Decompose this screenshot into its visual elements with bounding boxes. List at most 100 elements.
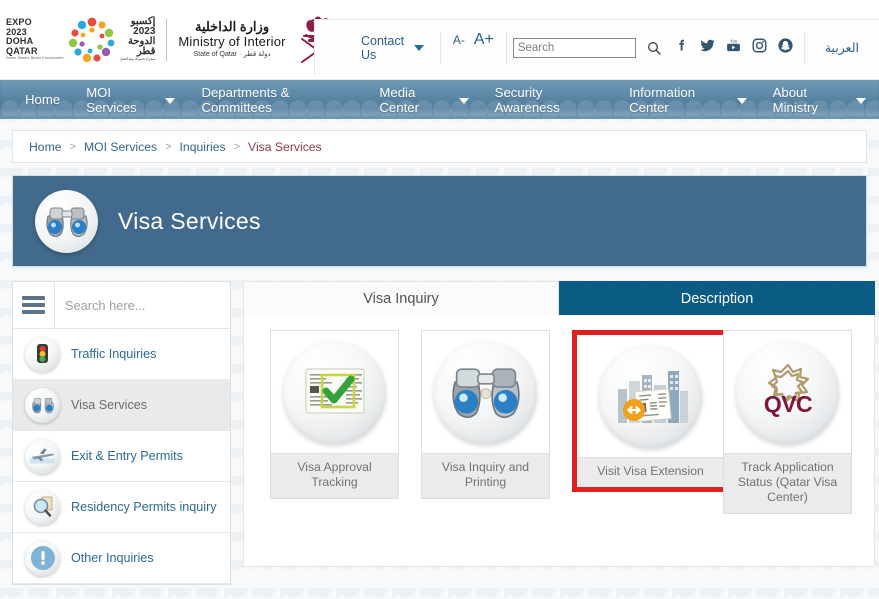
expo-logo-text-en: EXPO 2023 DOHA QATAR Green Desert, Bette… bbox=[6, 17, 64, 60]
nav-label: MOI Services bbox=[86, 84, 137, 115]
font-decrease-button[interactable]: A- bbox=[453, 33, 465, 47]
nav-item-information-center[interactable]: Information Center bbox=[616, 80, 759, 119]
magnifier-document-icon bbox=[25, 489, 60, 525]
service-card-track-application-status[interactable]: QVC Track Application Status (Qatar Visa… bbox=[723, 330, 852, 514]
ministry-name-ar: وزارة الداخلية bbox=[194, 19, 270, 34]
nav-item-security-awareness[interactable]: Security Awareness bbox=[482, 80, 616, 119]
service-card-slot: Visit Visa Extension bbox=[572, 325, 729, 566]
breadcrumb-separator: > bbox=[165, 140, 172, 153]
expo-wreath-icon bbox=[66, 14, 118, 66]
chevron-down-icon bbox=[736, 98, 747, 104]
chevron-down-icon bbox=[165, 98, 176, 104]
nav-item-about-ministry[interactable]: About Ministry bbox=[760, 80, 879, 119]
service-card-visit-visa-extension[interactable]: Visit Visa Extension bbox=[572, 330, 729, 492]
nav-item-home[interactable]: Home bbox=[12, 80, 73, 119]
tab-label: Visa Inquiry bbox=[363, 290, 439, 307]
logo-divider bbox=[166, 18, 168, 61]
sidebar-item-label: Exit & Entry Permits bbox=[71, 449, 183, 463]
binoculars-icon bbox=[25, 387, 60, 423]
language-switch-link[interactable]: العربية bbox=[803, 30, 879, 65]
nav-item-departments-committees[interactable]: Departments & Committees bbox=[188, 80, 366, 119]
page-title: Visa Services bbox=[118, 207, 261, 234]
nav-item-media-center[interactable]: Media Center bbox=[366, 80, 481, 119]
sidebar-item-visa-services[interactable]: Visa Services bbox=[13, 380, 230, 431]
ministry-logo-text: وزارة الداخلية Ministry of Interior Stat… bbox=[178, 19, 285, 60]
qvc-logo-icon: QVC bbox=[736, 340, 839, 444]
service-card-label: Visa Inquiry and Printing bbox=[422, 453, 549, 498]
main-navigation: Home MOI Services Departments & Committe… bbox=[0, 80, 879, 119]
sidebar-item-label: Visa Services bbox=[71, 398, 148, 412]
nav-item-moi-services[interactable]: MOI Services bbox=[73, 80, 188, 119]
search-input[interactable] bbox=[512, 37, 636, 58]
sidebar-item-traffic-inquiries[interactable]: Traffic Inquiries bbox=[13, 329, 230, 380]
exclamation-icon bbox=[25, 540, 60, 576]
ministry-name-en: Ministry of Interior bbox=[178, 34, 286, 49]
snapchat-icon[interactable] bbox=[777, 37, 794, 59]
service-card-label: Visa Approval Tracking bbox=[271, 453, 398, 498]
expo-2023-logo[interactable]: EXPO 2023 DOHA QATAR Green Desert, Bette… bbox=[6, 14, 155, 66]
logo-group: EXPO 2023 DOHA QATAR Green Desert, Bette… bbox=[0, 14, 344, 66]
breadcrumb-separator: > bbox=[233, 140, 241, 153]
header-utility-bar: Contact Us A- A+ You bbox=[314, 19, 879, 75]
font-increase-button[interactable]: A+ bbox=[474, 31, 494, 49]
services-panel: Visa Inquiry Description Visa Approval T… bbox=[243, 281, 875, 567]
site-header: EXPO 2023 DOHA QATAR Green Desert, Bette… bbox=[0, 0, 879, 80]
chevron-down-icon bbox=[458, 98, 469, 104]
sidebar-item-label: Other Inquiries bbox=[71, 551, 154, 565]
sidebar-item-residency-permits-inquiry[interactable]: Residency Permits inquiry bbox=[13, 482, 230, 533]
facebook-icon[interactable] bbox=[673, 37, 690, 59]
service-card-image: QVC bbox=[724, 331, 851, 453]
services-sidebar: Traffic Inquiries Visa Services bbox=[12, 281, 231, 585]
tab-bar: Visa Inquiry Description bbox=[243, 281, 875, 315]
sidebar-item-label: Residency Permits inquiry bbox=[71, 500, 217, 514]
nav-label: About Ministry bbox=[772, 84, 819, 115]
tab-visa-inquiry[interactable]: Visa Inquiry bbox=[243, 281, 559, 315]
breadcrumb-current-page: Visa Services bbox=[248, 139, 322, 154]
tab-description[interactable]: Description bbox=[559, 281, 875, 315]
svg-text:QVC: QVC bbox=[763, 391, 811, 417]
service-card-visa-approval-tracking[interactable]: Visa Approval Tracking bbox=[270, 330, 399, 499]
service-card-slot: QVC Track Application Status (Qatar Visa… bbox=[723, 325, 874, 566]
twitter-icon[interactable] bbox=[699, 37, 716, 59]
nav-label: Information Center bbox=[629, 84, 696, 115]
font-size-controls: A- A+ bbox=[439, 30, 506, 65]
airplane-icon bbox=[25, 438, 60, 474]
sidebar-item-other-inquiries[interactable]: Other Inquiries bbox=[13, 533, 230, 584]
sidebar-search-input[interactable] bbox=[55, 282, 230, 328]
service-card-image bbox=[577, 335, 724, 457]
service-card-visa-inquiry-and-printing[interactable]: Visa Inquiry and Printing bbox=[421, 330, 550, 499]
expo-logo-text-ar: إكسبو 2023 الدوحة قطر صحراء خضراء، بيئة … bbox=[119, 16, 156, 62]
service-card-label: Track Application Status (Qatar Visa Cen… bbox=[724, 453, 851, 513]
traffic-light-icon bbox=[25, 336, 60, 372]
breadcrumb-item-home[interactable]: Home bbox=[29, 140, 62, 154]
document-check-icon bbox=[283, 340, 386, 444]
breadcrumb-item-moi-services[interactable]: MOI Services bbox=[84, 140, 157, 154]
breadcrumb-container: Home > MOI Services > Inquiries > Visa S… bbox=[0, 119, 879, 163]
contact-us-label: Contact Us bbox=[361, 33, 405, 62]
contact-us-dropdown[interactable]: Contact Us bbox=[315, 34, 440, 62]
breadcrumb-item-inquiries[interactable]: Inquiries bbox=[180, 140, 226, 154]
tab-label: Description bbox=[680, 290, 754, 307]
sidebar-item-label: Traffic Inquiries bbox=[71, 347, 157, 361]
youtube-icon[interactable]: You bbox=[725, 37, 742, 59]
nav-label: Media Center bbox=[379, 84, 419, 115]
binoculars-icon bbox=[434, 340, 537, 444]
search-icon[interactable] bbox=[647, 41, 661, 55]
svg-text:You: You bbox=[730, 38, 738, 43]
service-card-grid: Visa Approval Tracking Visa Inquiry and … bbox=[243, 315, 875, 567]
header-search-group bbox=[505, 30, 669, 65]
binoculars-icon bbox=[35, 189, 98, 253]
hamburger-menu-icon[interactable] bbox=[13, 282, 55, 328]
chevron-down-icon bbox=[413, 44, 424, 51]
service-card-image bbox=[271, 331, 398, 453]
breadcrumb: Home > MOI Services > Inquiries > Visa S… bbox=[12, 130, 867, 163]
service-card-slot: Visa Approval Tracking bbox=[270, 325, 421, 566]
instagram-icon[interactable] bbox=[751, 37, 768, 59]
main-content-area: Traffic Inquiries Visa Services bbox=[0, 267, 879, 585]
service-card-image bbox=[422, 331, 549, 453]
chevron-down-icon bbox=[855, 98, 866, 104]
service-card-slot: Visa Inquiry and Printing bbox=[421, 325, 572, 566]
service-card-label: Visit Visa Extension bbox=[577, 457, 724, 487]
ministry-state-line: State of Qatar · دولة قطر bbox=[193, 51, 271, 58]
sidebar-item-exit-entry-permits[interactable]: Exit & Entry Permits bbox=[13, 431, 230, 482]
